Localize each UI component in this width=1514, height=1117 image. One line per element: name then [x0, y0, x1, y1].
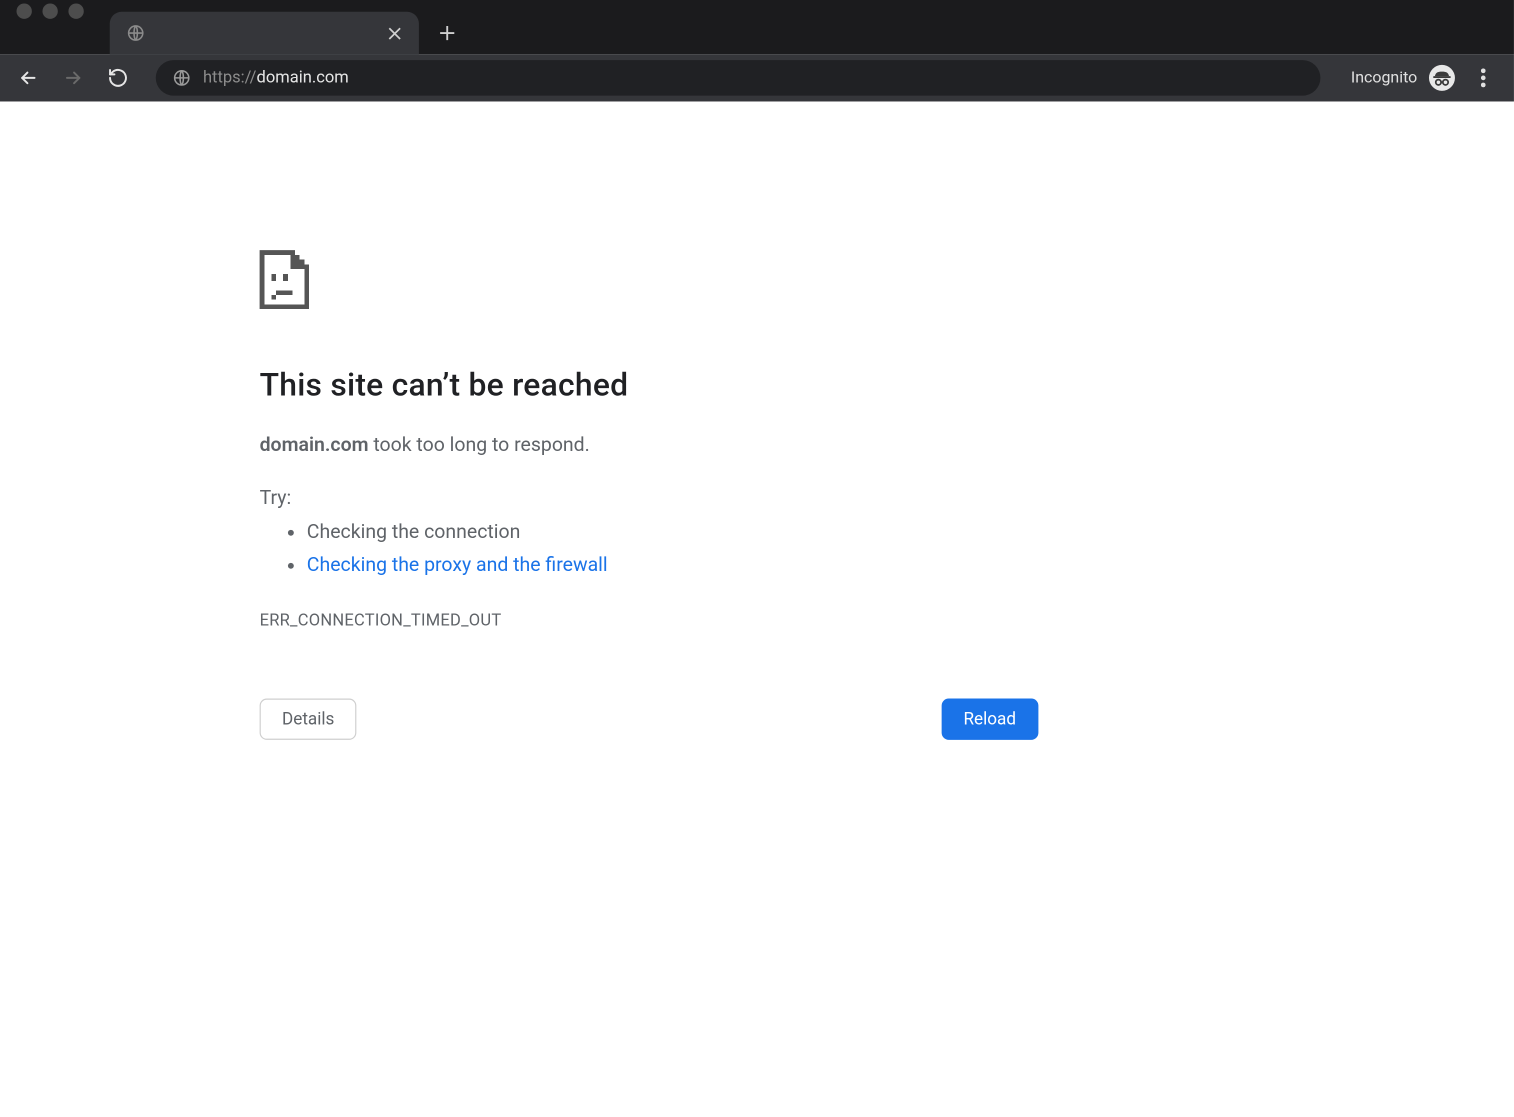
window-close-dot[interactable] — [17, 3, 32, 18]
reload-toolbar-button[interactable] — [99, 59, 137, 97]
error-content: This site can’t be reached domain.com to… — [260, 250, 1039, 740]
back-button[interactable] — [9, 59, 47, 97]
window-controls — [17, 0, 84, 38]
close-tab-icon[interactable] — [383, 22, 404, 43]
globe-icon — [126, 24, 145, 43]
incognito-icon[interactable] — [1429, 65, 1455, 91]
error-subhead-rest: took too long to respond. — [369, 434, 590, 456]
window-minimize-dot[interactable] — [42, 3, 57, 18]
sad-page-icon — [260, 250, 310, 309]
tabstrip — [110, 0, 466, 54]
forward-button[interactable] — [54, 59, 92, 97]
error-headline: This site can’t be reached — [260, 366, 1039, 404]
window-zoom-dot[interactable] — [68, 3, 83, 18]
site-info-icon[interactable] — [172, 68, 191, 87]
toolbar-right: Incognito — [1351, 61, 1500, 94]
url-host: domain.com — [257, 68, 349, 87]
browser-menu-button[interactable] — [1467, 61, 1500, 94]
browser-tab[interactable] — [110, 12, 419, 54]
new-tab-button[interactable] — [428, 14, 466, 52]
address-bar[interactable]: https://domain.com — [156, 60, 1320, 95]
button-row: Details Reload — [260, 699, 1039, 740]
suggestion-text: Checking the connection — [307, 522, 521, 544]
page-body: This site can’t be reached domain.com to… — [0, 250, 1514, 740]
url-scheme: https:// — [203, 68, 257, 87]
try-label: Try: — [260, 487, 1039, 509]
error-domain: domain.com — [260, 434, 369, 456]
error-code: ERR_CONNECTION_TIMED_OUT — [260, 611, 1039, 630]
details-button[interactable]: Details — [260, 699, 357, 740]
suggestion-item: Checking the connection — [307, 517, 1039, 550]
toolbar: https://domain.com Incognito — [0, 54, 1514, 101]
proxy-firewall-link[interactable]: Checking the proxy and the firewall — [307, 555, 608, 577]
titlebar — [0, 0, 1514, 54]
error-subhead: domain.com took too long to respond. — [260, 434, 1039, 456]
reload-button[interactable]: Reload — [941, 699, 1038, 740]
url-text: https://domain.com — [203, 68, 349, 87]
suggestion-item: Checking the proxy and the firewall — [307, 550, 1039, 583]
suggestion-list: Checking the connection Checking the pro… — [260, 517, 1039, 583]
incognito-label: Incognito — [1351, 68, 1417, 87]
